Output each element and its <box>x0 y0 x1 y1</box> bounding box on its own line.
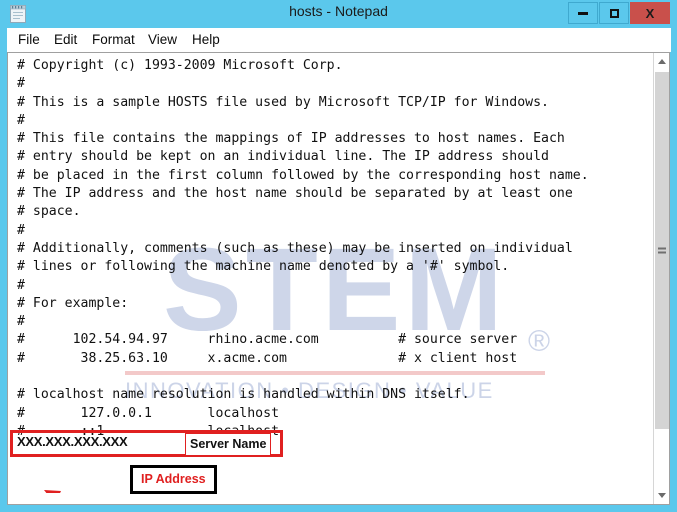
menu-item-format[interactable]: Format <box>88 31 139 48</box>
maximize-button[interactable] <box>599 2 629 24</box>
close-icon: X <box>645 5 655 21</box>
chevron-up-icon <box>657 59 666 64</box>
menu-item-help[interactable]: Help <box>188 31 224 48</box>
menu-item-view[interactable]: View <box>144 31 181 48</box>
scroll-up-arrow[interactable] <box>654 53 669 70</box>
vertical-scrollbar[interactable] <box>653 53 669 504</box>
menu-item-file[interactable]: File <box>14 31 44 48</box>
scroll-down-arrow[interactable] <box>654 487 669 504</box>
editor-frame: STEM ® INNOVATION • DESIGN • VALUE # Cop… <box>7 52 670 505</box>
minimize-button[interactable] <box>568 2 598 24</box>
hosts-file-text: # Copyright (c) 1993-2009 Microsoft Corp… <box>17 58 589 439</box>
menu-bar: File Edit Format View Help <box>7 28 671 52</box>
text-editor-area[interactable]: STEM ® INNOVATION • DESIGN • VALUE # Cop… <box>8 53 653 504</box>
scrollbar-thumb[interactable] <box>655 72 669 429</box>
ip-address-callout-label: IP Address <box>141 472 206 486</box>
chevron-down-icon <box>657 493 666 498</box>
title-bar[interactable]: hosts - Notepad X <box>0 0 677 28</box>
notepad-icon <box>10 5 26 23</box>
menu-item-edit[interactable]: Edit <box>50 31 81 48</box>
ip-address-callout: IP Address <box>130 465 217 494</box>
close-button[interactable]: X <box>630 2 670 24</box>
scrollbar-grip-icon <box>658 247 666 254</box>
notepad-window: hosts - Notepad X File Edit Format View … <box>0 0 677 512</box>
maximize-icon <box>609 8 619 18</box>
minimize-icon <box>578 11 588 15</box>
